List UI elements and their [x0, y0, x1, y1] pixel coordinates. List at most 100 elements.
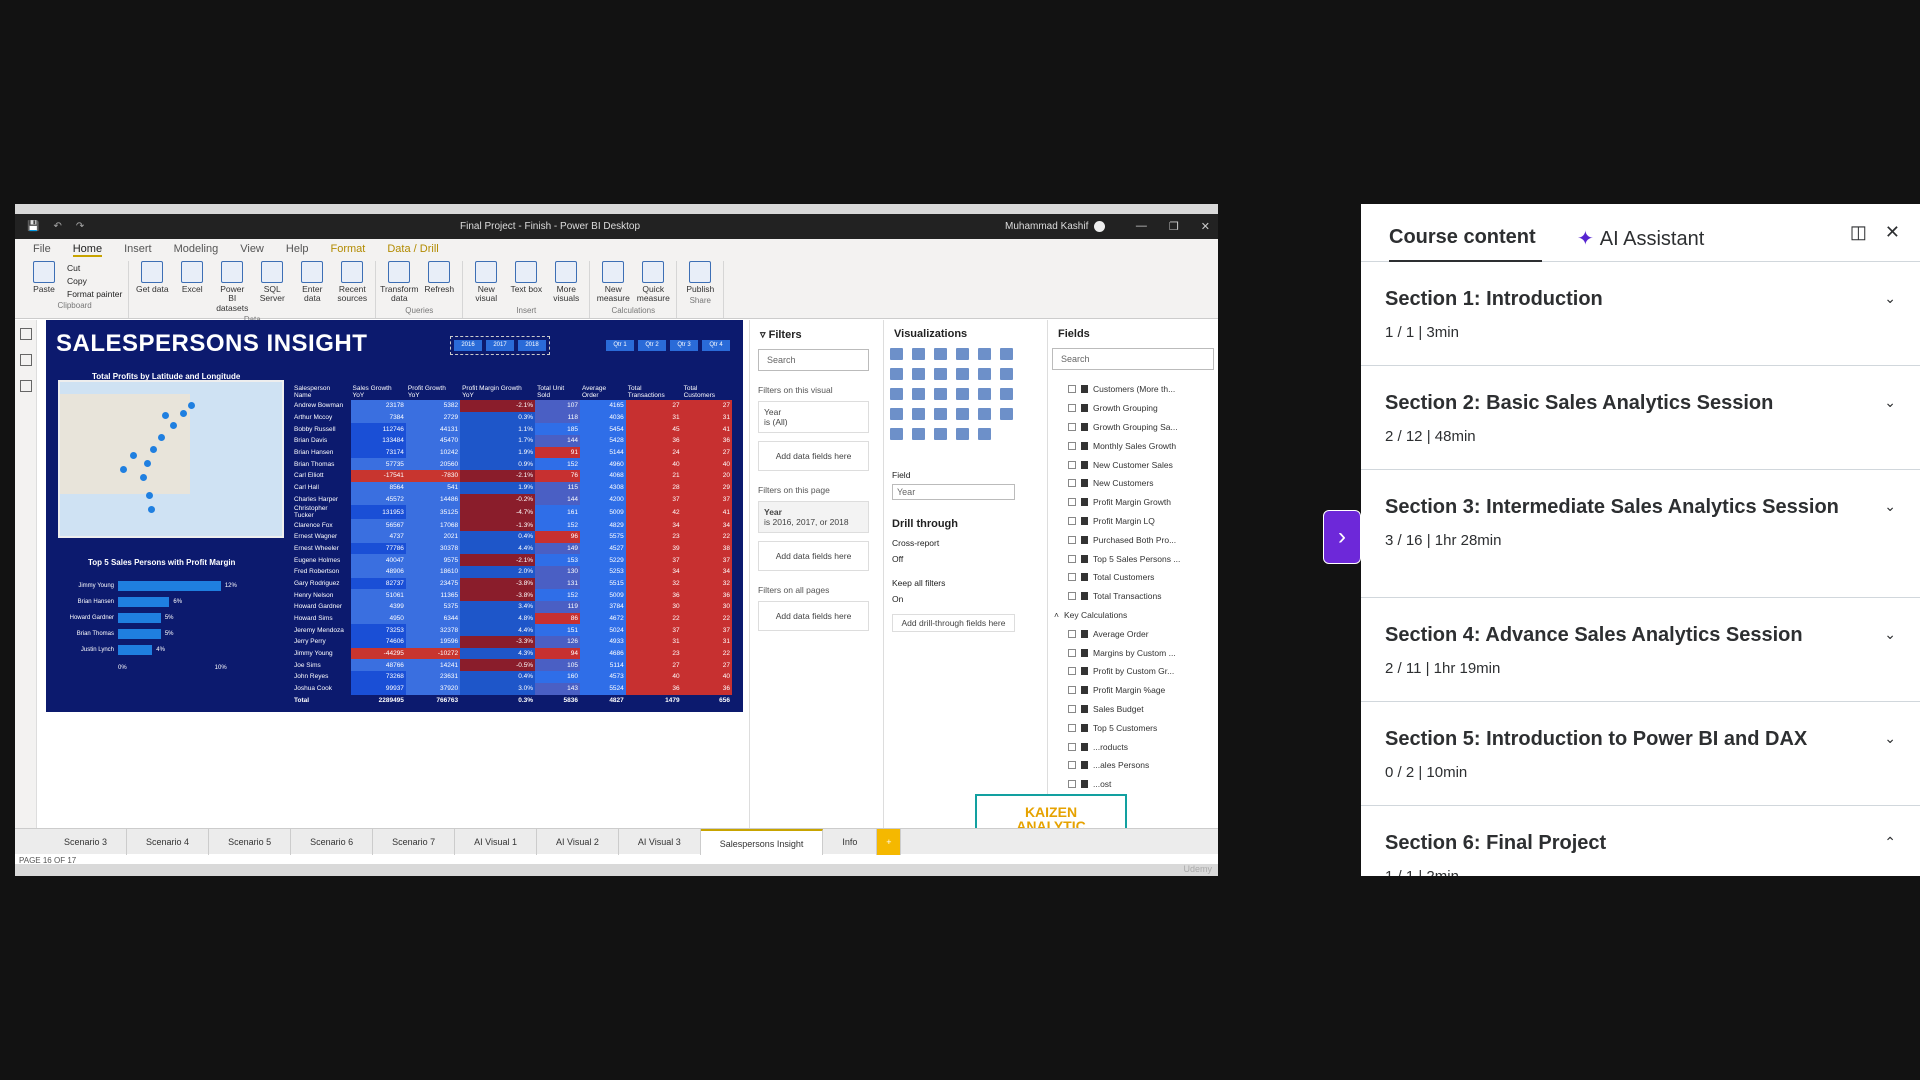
- table-row[interactable]: Howard Gardner 4399 5375 3.4% 119 3784 30 30: [292, 601, 732, 613]
- table-row[interactable]: Charles Harper 45572 14486 -0.2% 144 4200 37 37: [292, 493, 732, 506]
- checkbox-icon[interactable]: [1068, 554, 1076, 563]
- tab-course-content[interactable]: Course content: [1389, 220, 1542, 262]
- field-item[interactable]: ...ost: [1048, 775, 1218, 794]
- data-view-icon[interactable]: [19, 354, 32, 366]
- table-row[interactable]: Total 2289495 766763 0.3% 5836 4827 1479 656: [292, 694, 732, 707]
- power-bi-datasets-button[interactable]: Power BI datasets: [215, 261, 249, 313]
- menu-format[interactable]: Format: [331, 243, 366, 257]
- visual-type-icon[interactable]: [1000, 388, 1013, 400]
- user-account[interactable]: Muhammad Kashif: [1005, 221, 1106, 232]
- checkbox-icon[interactable]: [1068, 780, 1076, 789]
- transform-data-button[interactable]: Transform data: [380, 261, 419, 304]
- bar-row[interactable]: Howard Gardner 5%: [58, 610, 284, 626]
- refresh-button[interactable]: Refresh: [422, 261, 456, 294]
- top5-bar-chart[interactable]: Jimmy Young 12% Brian Hansen 6% Howard Gardn…: [58, 578, 284, 658]
- publish-button[interactable]: Publish: [683, 261, 717, 294]
- visual-type-icon[interactable]: [934, 368, 947, 380]
- field-item[interactable]: ...ales Persons: [1048, 756, 1218, 775]
- quick-measure-button[interactable]: Quick measure: [636, 261, 670, 304]
- table-row[interactable]: Gary Rodriguez 82737 23475 -3.8% 131 5515 32 32: [292, 577, 732, 590]
- tab-scenario-7[interactable]: Scenario 7: [373, 828, 456, 855]
- field-group-key-calculations[interactable]: ˄ Key Calculations: [1048, 606, 1218, 625]
- table-row[interactable]: Ernest Wheeler 77786 30378 4.4% 149 4527 39 38: [292, 542, 732, 555]
- field-item[interactable]: Profit Margin %age: [1048, 681, 1218, 700]
- table-row[interactable]: Jeremy Mendoza 73253 32378 4.4% 151 5024 37 37: [292, 624, 732, 637]
- add-fields-all[interactable]: Add data fields here: [758, 601, 869, 631]
- field-item[interactable]: New Customer Sales: [1048, 455, 1218, 474]
- table-row[interactable]: Bobby Russell 112746 44131 1.1% 185 5454 45 41: [292, 423, 732, 436]
- table-row[interactable]: Fred Robertson 48906 18610 2.0% 130 5253 34 34: [292, 565, 732, 578]
- tab-salespersons-insight[interactable]: Salespersons Insight: [700, 828, 824, 855]
- checkbox-icon[interactable]: [1068, 704, 1076, 713]
- table-row[interactable]: Arthur Mccoy 7384 2729 0.3% 118 4036 31 31: [292, 411, 732, 424]
- visual-type-icon[interactable]: [978, 388, 991, 400]
- paste-button[interactable]: Paste: [27, 261, 61, 294]
- visual-type-icon[interactable]: [956, 388, 969, 400]
- table-row[interactable]: Jerry Perry 74606 19596 -3.3% 126 4933 31 31: [292, 636, 732, 648]
- get-data-button[interactable]: Get data: [135, 261, 169, 294]
- text-box-button[interactable]: Text box: [509, 261, 543, 294]
- quarter-4[interactable]: Qtr 4: [702, 340, 730, 351]
- chevron-up-icon[interactable]: ⌃: [1884, 834, 1896, 851]
- checkbox-icon[interactable]: [1068, 723, 1076, 732]
- video-player[interactable]: 💾 ↶ ↷ Final Project - Finish - Power BI De…: [15, 204, 1218, 876]
- field-item[interactable]: Profit by Custom Gr...: [1048, 662, 1218, 681]
- field-item[interactable]: Profit Margin LQ: [1048, 512, 1218, 531]
- excel-button[interactable]: Excel: [175, 261, 209, 294]
- table-row[interactable]: Joshua Cook 99937 37920 3.0% 143 5524 36 36: [292, 682, 732, 695]
- table-row[interactable]: Brian Davis 133484 45470 1.7% 144 5428 36 36: [292, 435, 732, 447]
- tab-scenario-3[interactable]: Scenario 3: [45, 828, 128, 855]
- expand-sidebar-button[interactable]: ›: [1323, 510, 1361, 564]
- field-item[interactable]: Total Customers: [1048, 568, 1218, 587]
- more-visuals-button[interactable]: More visuals: [549, 261, 583, 304]
- column-header[interactable]: Profit Margin Growth YoY: [460, 382, 535, 400]
- menu-help[interactable]: Help: [286, 243, 309, 257]
- bar-row[interactable]: Jimmy Young 12%: [58, 578, 284, 594]
- visual-type-icon[interactable]: [890, 408, 903, 420]
- checkbox-icon[interactable]: [1068, 479, 1076, 488]
- course-section[interactable]: Section 1: Introduction 1 / 1 | 3min ⌄: [1361, 262, 1920, 366]
- field-item[interactable]: Monthly Sales Growth: [1048, 436, 1218, 455]
- course-section[interactable]: Section 5: Introduction to Power BI and …: [1361, 702, 1920, 806]
- visual-type-icon[interactable]: [934, 408, 947, 420]
- table-row[interactable]: Joe Sims 48766 14241 -0.5% 105 5114 27 27: [292, 659, 732, 672]
- visual-type-icon[interactable]: [912, 388, 925, 400]
- add-fields-page[interactable]: Add data fields here: [758, 541, 869, 571]
- table-row[interactable]: Andrew Bowman 23178 5382 -2.1% 107 4165 27 27: [292, 400, 732, 412]
- course-section[interactable]: Section 2: Basic Sales Analytics Session…: [1361, 366, 1920, 470]
- visual-type-icon[interactable]: [1000, 408, 1013, 420]
- chevron-down-icon[interactable]: ⌄: [1884, 730, 1896, 747]
- add-drill-through[interactable]: Add drill-through fields here: [892, 614, 1015, 632]
- year-2018[interactable]: 2018: [518, 340, 546, 351]
- close-icon[interactable]: ✕: [1201, 220, 1210, 233]
- checkbox-icon[interactable]: [1068, 385, 1076, 394]
- undo-icon[interactable]: ↶: [53, 221, 61, 232]
- checkbox-icon[interactable]: [1068, 535, 1076, 544]
- visual-type-icon[interactable]: [934, 388, 947, 400]
- profit-map[interactable]: [58, 380, 284, 538]
- field-item[interactable]: Average Order: [1048, 624, 1218, 643]
- quarter-1[interactable]: Qtr 1: [606, 340, 634, 351]
- course-section[interactable]: Section 3: Intermediate Sales Analytics …: [1361, 470, 1920, 598]
- tab-ai-assistant[interactable]: ✦ AI Assistant: [1577, 220, 1704, 262]
- checkbox-icon[interactable]: [1068, 516, 1076, 525]
- add-fields-visual[interactable]: Add data fields here: [758, 441, 869, 471]
- table-row[interactable]: John Reyes 73268 23631 0.4% 160 4573 40 40: [292, 671, 732, 683]
- visual-type-icon[interactable]: [978, 348, 991, 360]
- field-item[interactable]: Total Transactions: [1048, 587, 1218, 606]
- keep-filters-toggle[interactable]: On: [892, 594, 1015, 604]
- menu-insert[interactable]: Insert: [124, 243, 152, 257]
- checkbox-icon[interactable]: [1068, 498, 1076, 507]
- year-2017[interactable]: 2017: [486, 340, 514, 351]
- quarter-3[interactable]: Qtr 3: [670, 340, 698, 351]
- chevron-down-icon[interactable]: ⌄: [1884, 498, 1896, 515]
- column-header[interactable]: Total Unit Sold: [535, 382, 580, 400]
- minimize-icon[interactable]: —: [1136, 220, 1147, 233]
- filters-search-input[interactable]: Search: [758, 349, 869, 371]
- course-section[interactable]: Section 4: Advance Sales Analytics Sessi…: [1361, 598, 1920, 702]
- field-item[interactable]: Growth Grouping Sa...: [1048, 418, 1218, 437]
- visual-type-icon[interactable]: [1000, 348, 1013, 360]
- tab-info[interactable]: Info: [823, 828, 878, 855]
- quarter-slicer[interactable]: Qtr 1 Qtr 2 Qtr 3 Qtr 4: [606, 340, 730, 351]
- visual-type-icon[interactable]: [890, 368, 903, 380]
